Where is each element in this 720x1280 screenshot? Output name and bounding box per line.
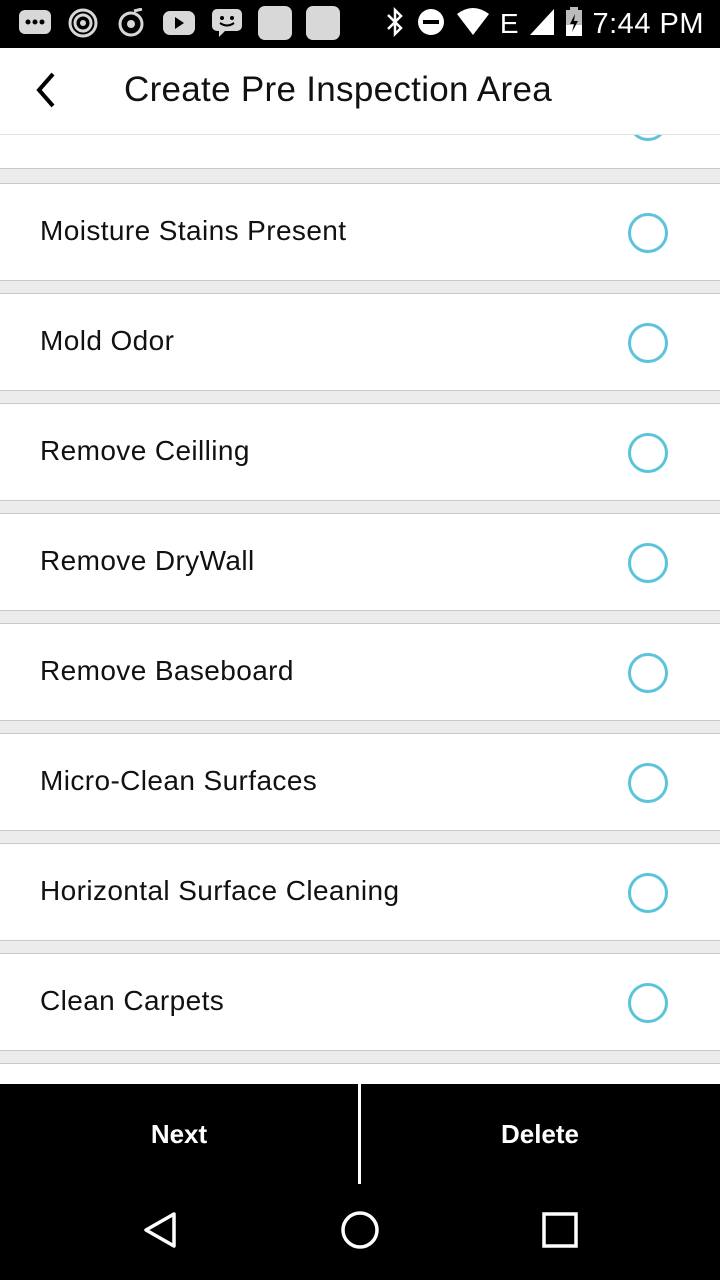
- status-bar: E 7:44 PM: [0, 0, 720, 48]
- radio-button[interactable]: [628, 983, 668, 1023]
- list-item-label: Mold Odor: [40, 325, 175, 356]
- page-title: Create Pre Inspection Area: [124, 70, 553, 109]
- list-item[interactable]: Micro-Clean Surfaces: [0, 733, 720, 831]
- inspection-list[interactable]: Moisture Stains Present Mold Odor Remove…: [0, 134, 720, 1084]
- signal-rings-icon: [66, 6, 100, 40]
- delete-button[interactable]: Delete: [361, 1084, 719, 1184]
- list-item[interactable]: Remove Ceilling: [0, 403, 720, 501]
- radio-button[interactable]: [628, 433, 668, 473]
- square-recents-icon: [541, 1211, 579, 1254]
- list-item-label: Remove DryWall: [40, 545, 255, 576]
- list-item-label: Horizontal Surface Cleaning: [40, 875, 400, 906]
- chat-bubble-icon: [18, 6, 52, 40]
- list-item[interactable]: Mold Odor: [0, 293, 720, 391]
- next-button[interactable]: Next: [0, 1084, 358, 1184]
- app-bar: Create Pre Inspection Area: [0, 48, 720, 135]
- list-item[interactable]: [0, 1063, 720, 1084]
- radio-button[interactable]: [628, 873, 668, 913]
- circle-home-icon: [339, 1209, 381, 1256]
- list-item[interactable]: Remove DryWall: [0, 513, 720, 611]
- notification-icons: [18, 6, 340, 40]
- list-item-label: Remove Ceilling: [40, 435, 250, 466]
- messenger-icon: [210, 6, 244, 40]
- list-item[interactable]: [0, 134, 720, 169]
- list-item[interactable]: Clean Carpets: [0, 953, 720, 1051]
- network-type-label: E: [499, 8, 519, 39]
- list-item-label: Micro-Clean Surfaces: [40, 765, 318, 796]
- clock: 7:44 PM: [592, 7, 704, 40]
- radio-button[interactable]: [628, 134, 668, 141]
- list-item[interactable]: Moisture Stains Present: [0, 183, 720, 281]
- list-item[interactable]: Remove Baseboard: [0, 623, 720, 721]
- chevron-left-icon: [31, 70, 61, 115]
- radio-button[interactable]: [628, 653, 668, 693]
- navigation-bar: [0, 1184, 720, 1280]
- triangle-back-icon: [140, 1210, 180, 1255]
- wifi-icon: [456, 7, 490, 41]
- action-bar: Next Delete: [0, 1084, 720, 1184]
- bluetooth-icon: [384, 6, 406, 42]
- radio-button[interactable]: [628, 213, 668, 253]
- camera-aperture-icon: [114, 6, 148, 40]
- list-item-label: Moisture Stains Present: [40, 215, 347, 246]
- radio-button[interactable]: [628, 543, 668, 583]
- nav-back-button[interactable]: [136, 1208, 184, 1256]
- cell-signal-icon: [529, 8, 555, 41]
- list-item-label: Remove Baseboard: [40, 655, 294, 686]
- app-placeholder-icon: [306, 6, 340, 40]
- system-icons: E 7:44 PM: [384, 0, 704, 48]
- list-item-label: Clean Carpets: [40, 985, 225, 1016]
- back-button[interactable]: [22, 68, 70, 116]
- list-item[interactable]: Horizontal Surface Cleaning: [0, 843, 720, 941]
- youtube-icon: [162, 6, 196, 40]
- nav-recents-button[interactable]: [536, 1208, 584, 1256]
- radio-button[interactable]: [628, 763, 668, 803]
- nav-home-button[interactable]: [336, 1208, 384, 1256]
- radio-button[interactable]: [628, 323, 668, 363]
- app-placeholder-icon: [258, 6, 292, 40]
- do-not-disturb-icon: [416, 7, 446, 42]
- battery-charging-icon: [565, 6, 583, 42]
